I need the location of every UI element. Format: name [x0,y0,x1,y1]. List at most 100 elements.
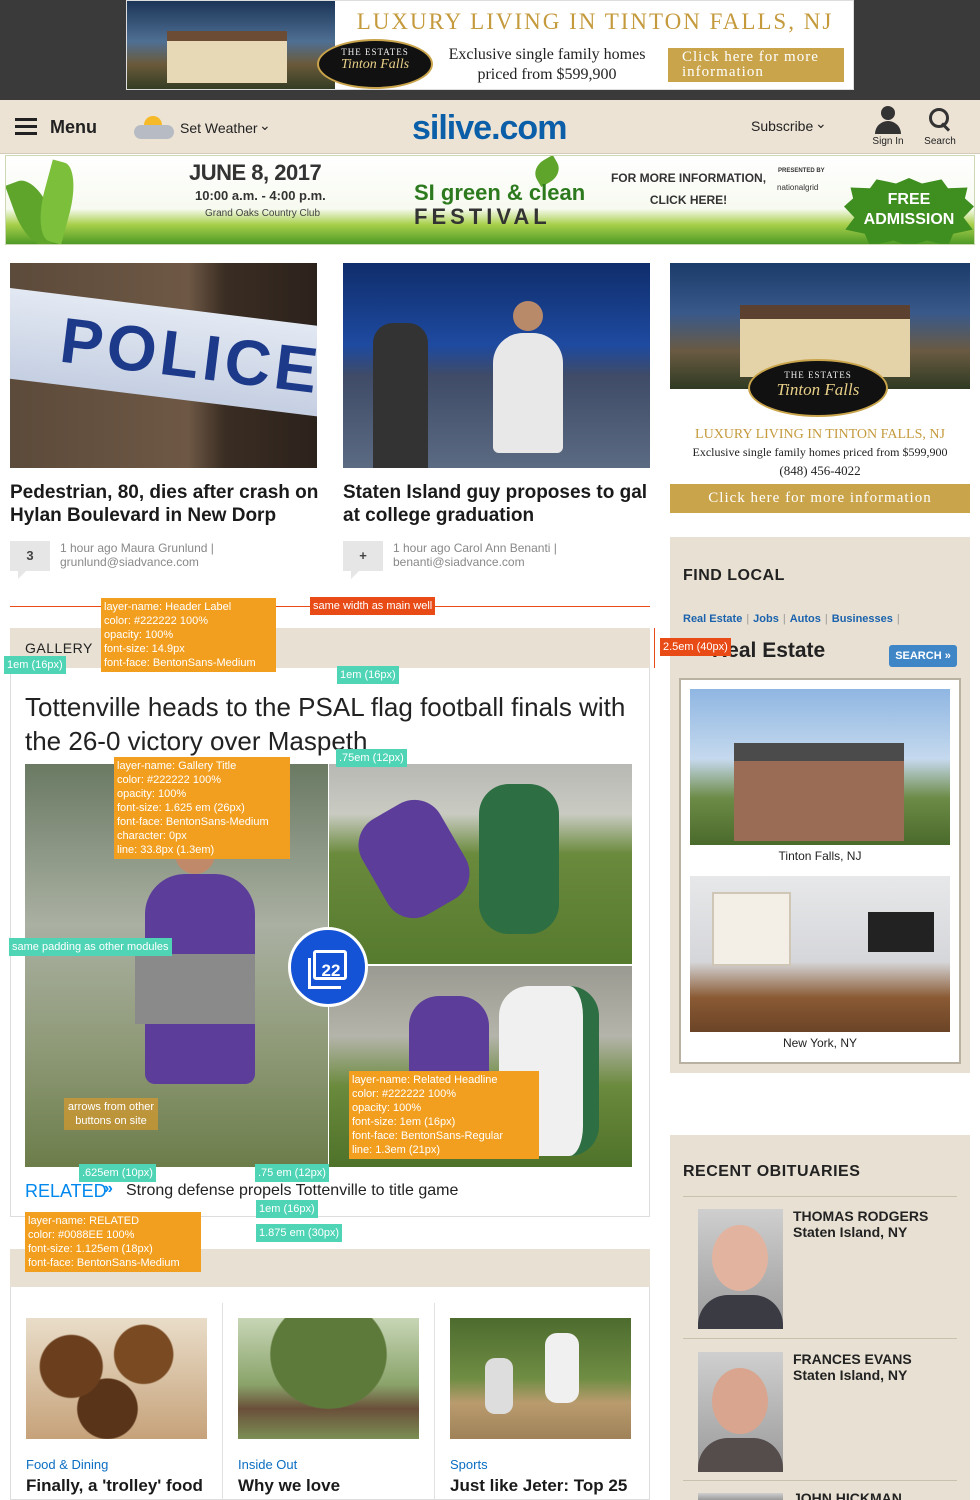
annotation-same-padding: same padding as other modules [9,938,172,956]
banner-info-link[interactable]: FOR MORE INFORMATION, CLICK HERE! [606,167,771,211]
listing-photo[interactable] [690,876,950,1032]
ad-subline: Exclusive single family homes priced from… [448,46,646,83]
story-category-link[interactable]: Food & Dining [26,1457,108,1472]
story-image-police[interactable]: POLICE [10,263,317,468]
ad-cta-button[interactable]: Click here for more information [668,48,844,82]
presented-by-label: PRESENTED BY [778,168,825,174]
obituary-name[interactable]: FRANCES EVANS Staten Island, NY [793,1351,912,1383]
banner-venue: Grand Oaks Country Club [205,208,321,219]
story-image-graduation[interactable] [343,263,650,468]
story-byline: 1 hour ago Maura Grunlund | grunlund@sia… [60,541,214,569]
comment-add-button[interactable]: + [343,541,383,579]
story-category-link[interactable]: Sports [450,1457,488,1472]
search-label: Search [924,136,956,147]
listing-caption[interactable]: Tinton Falls, NJ [690,849,950,863]
site-logo[interactable]: silive.com [412,109,567,148]
gallery-photo-secondary[interactable] [329,764,632,964]
annotation-related: layer-name: RELATED color: #0088EE 100% fo… [25,1212,201,1272]
ad-headline: LUXURY LIVING IN TINTON FALLS, NJ [695,427,945,442]
divider [434,1303,435,1500]
module-title: FIND LOCAL [683,567,785,584]
story-headline[interactable]: Pedestrian, 80, dies after crash on Hyla… [10,481,320,527]
tab-autos[interactable]: Autos [790,613,821,625]
story-thumbnail[interactable] [26,1318,207,1439]
gallery-title[interactable]: Tottenville heads to the PSAL flag footb… [25,690,635,758]
annotation-same-width: same width as main well [310,597,436,615]
banner-time: 10:00 a.m. - 4:00 p.m. [195,188,326,203]
top-ad-banner[interactable]: THE ESTATES Tinton Falls LUXURY LIVING I… [126,0,854,90]
story-headline[interactable]: Finally, a 'trolley' food [26,1476,203,1496]
obituary-name[interactable]: JOHN HICKMAN [793,1490,902,1500]
story-byline: 1 hour ago Carol Ann Benanti | benanti@s… [393,541,557,569]
story-headline[interactable]: Why we love [238,1476,340,1496]
sponsor-logo: nationalgrid [777,183,819,192]
festival-subtitle: FESTIVAL [414,204,551,229]
tab-jobs[interactable]: Jobs [753,613,779,625]
annotation-related-gap2: .75 em (12px) [255,1164,329,1182]
annotation-arrows-note: arrows from other buttons on site [64,1098,158,1130]
set-weather-button[interactable]: Set Weather [180,120,258,136]
annotation-bottom-pad: 1em (16px) [256,1200,318,1218]
story-category-link[interactable]: Inside Out [238,1457,297,1472]
ad-subline: Exclusive single family homes priced fro… [692,445,948,459]
site-header: Menu Set Weather ⌄ silive.com Subscribe … [0,100,980,154]
obituary-photo[interactable] [698,1352,783,1472]
menu-button[interactable]: Menu [50,117,97,138]
top-ad-band: THE ESTATES Tinton Falls LUXURY LIVING I… [0,0,980,100]
related-headline-link[interactable]: Strong defense propels Tottenville to ti… [126,1182,458,1200]
banner-date: JUNE 8, 2017 [189,160,322,185]
side-ad-banner[interactable]: THE ESTATES Tinton Falls LUXURY LIVING I… [670,263,970,513]
search-button[interactable]: Search [920,106,960,147]
tab-businesses[interactable]: Businesses [832,613,893,625]
sign-in-button[interactable]: Sign In [868,106,908,147]
listing-photo[interactable] [690,689,950,845]
free-admission-badge: FREE ADMISSION [844,178,974,244]
sign-in-label: Sign In [872,136,904,147]
hamburger-icon[interactable] [15,118,37,135]
listings-box: Tinton Falls, NJ New York, NY [679,678,961,1064]
height-measure-line [654,628,655,668]
chevron-down-icon[interactable]: ⌄ [815,115,827,132]
find-local-tabs: Real Estate | Jobs | Autos | Businesses | [683,613,900,625]
photo-count: 22 [321,961,341,980]
find-local-module: FIND LOCAL Real Estate | Jobs | Autos | Busine… [670,537,970,1073]
obituaries-module: RECENT OBITUARIES THOMAS RODGERS Staten I… [670,1135,970,1500]
annotation-pad-top: 1em (16px) [337,666,399,684]
story-headline[interactable]: Just like Jeter: Top 25 [450,1476,627,1496]
tab-real-estate[interactable]: Real Estate [683,613,742,625]
subscribe-button[interactable]: Subscribe [751,118,813,134]
listing-caption[interactable]: New York, NY [690,1036,950,1050]
story-thumbnail[interactable] [450,1318,631,1439]
annotation-pad-left: 1em (16px) [4,656,66,674]
ad-headline: LUXURY LIVING IN TINTON FALLS, NJ [356,9,834,34]
related-label: RELATED [25,1181,107,1201]
ad-cta-button[interactable]: Click here for more information [670,484,970,513]
annotation-related-headline: layer-name: Related Headline color: #2222… [349,1071,539,1159]
ad-house-photo [127,1,335,89]
annotation-module-gap: 1.875 em (30px) [256,1224,343,1242]
double-chevron-right-icon[interactable]: » [104,1180,118,1198]
festival-title: SI green & clean [414,180,586,205]
divider [683,1196,957,1197]
obituary-photo[interactable] [698,1209,783,1329]
annotation-head-height: 2.5em (40px) [660,638,731,656]
graduate-figure [373,323,428,468]
festival-banner-ad[interactable]: JUNE 8, 2017 10:00 a.m. - 4:00 p.m. Gran… [5,155,975,245]
story-headline[interactable]: Staten Island guy proposes to gal at col… [343,481,653,527]
gallery-label: GALLERY [25,640,93,656]
obituary-photo[interactable] [698,1493,783,1500]
story-thumbnail[interactable] [238,1318,419,1439]
ad-phone: (848) 456-4022 [779,463,861,478]
kneeling-figure [493,301,563,453]
weather-icon[interactable] [130,114,178,142]
gallery-count-button[interactable]: 22 [288,927,368,1007]
divider [222,1303,223,1500]
comment-count-badge[interactable]: 3 [10,541,50,579]
chevron-down-icon[interactable]: ⌄ [259,117,271,134]
annotation-related-gap: .625em (10px) [79,1164,156,1182]
search-icon [927,106,953,134]
estates-logo: THE ESTATES Tinton Falls [748,359,888,417]
estates-logo: THE ESTATES Tinton Falls [317,39,433,89]
search-button[interactable]: SEARCH » [889,645,957,667]
obituary-name[interactable]: THOMAS RODGERS Staten Island, NY [793,1208,928,1240]
